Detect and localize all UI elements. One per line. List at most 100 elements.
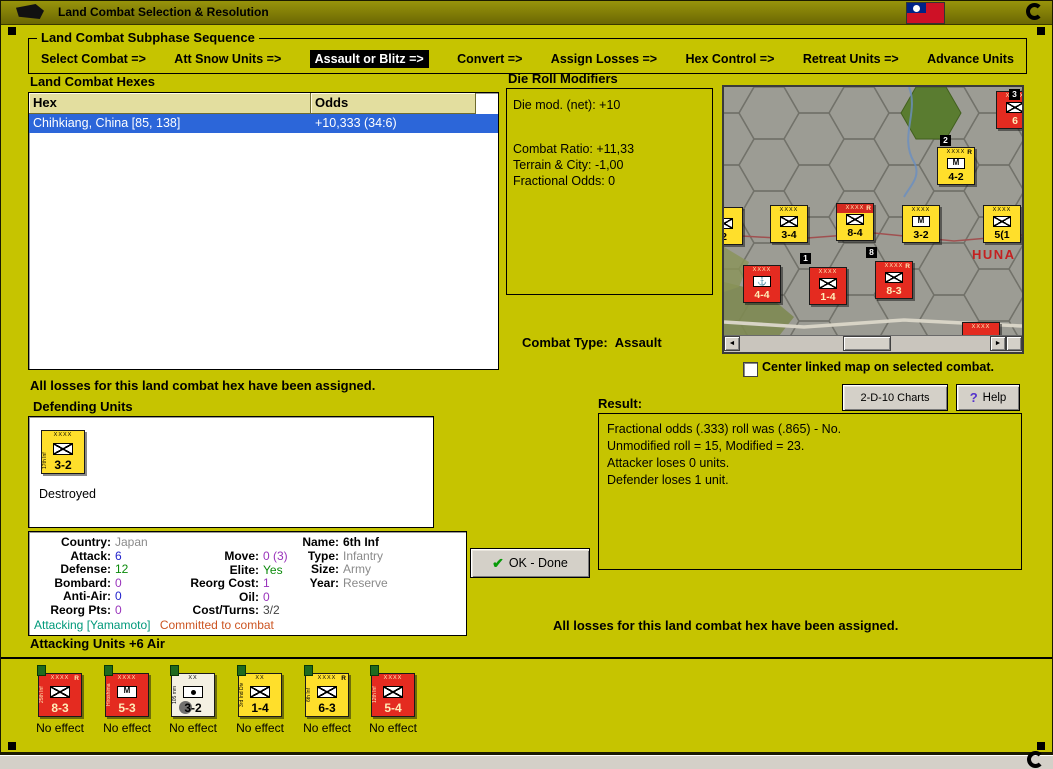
map-unit-counter[interactable]: XXXX 5(1 — [983, 205, 1021, 243]
info-value: 0 — [115, 575, 122, 590]
infantry-symbol-icon — [819, 278, 837, 289]
help-button[interactable]: Help — [956, 384, 1020, 411]
check-icon — [492, 555, 504, 572]
unit-info-col1: Country: Japan Attack: 6 Defense: 12 Bombar… — [33, 535, 183, 617]
attacking-unit[interactable]: XX 3rd Ind Div 1-4 No effect — [228, 664, 292, 735]
infantry-symbol-icon — [50, 686, 70, 698]
column-header-hex[interactable]: Hex — [29, 93, 311, 114]
infantry-symbol-icon — [250, 686, 270, 698]
fractional-odds: Fractional Odds: 0 — [513, 174, 616, 188]
info-label: Attack: — [70, 548, 111, 563]
attacking-commander: Attacking [Yamamoto] — [34, 618, 151, 632]
unit-counter[interactable]: XXXX Hiroshima 5-3 — [105, 673, 149, 717]
unit-strength: 3-2 — [184, 701, 202, 715]
column-header-odds[interactable]: Odds — [311, 93, 476, 114]
committed-marker-icon — [170, 665, 179, 676]
infantry-symbol-icon — [383, 686, 403, 698]
unit-counter[interactable]: XXXX 12th Inf 5-4 — [371, 673, 415, 717]
info-label: Type: — [307, 548, 339, 563]
info-value: 0 — [115, 589, 122, 603]
marine-symbol-icon — [753, 276, 771, 287]
unit-strength: 8-3 — [51, 701, 69, 715]
infantry-symbol-icon — [993, 216, 1011, 227]
unit-size-label: XXXX — [752, 267, 772, 273]
unit-counter[interactable]: XXXX R 6th Inf 6-3 — [305, 673, 349, 717]
map-unit-counter[interactable]: XXXX 1-4 — [809, 267, 847, 305]
unit-counter[interactable]: XX 105 mm 3-2 — [171, 673, 215, 717]
scroll-track[interactable] — [740, 336, 990, 352]
info-label: Move: — [224, 549, 259, 563]
map-unit-counter[interactable]: XXXX 3-2 — [902, 205, 940, 243]
map-unit-counter[interactable]: XXXX — [962, 322, 1000, 336]
map-unit-counter[interactable]: XXXX 3-4 — [770, 205, 808, 243]
defending-unit-counter[interactable]: XXXX 17th Inf 3-2 — [41, 430, 85, 474]
infantry-symbol-icon — [885, 272, 903, 283]
step-advance-units: Advance Units — [927, 52, 1014, 66]
map-viewport[interactable]: HUNA XXXX R 4-2 XXXX 6 XXXX 3-4 XXXX R 8… — [724, 87, 1022, 336]
die-mod-net: Die mod. (net): +10 — [513, 98, 621, 112]
unit-badge: R — [74, 675, 79, 682]
resize-handle[interactable] — [1037, 27, 1045, 35]
center-map-checkbox-label[interactable]: Center linked map on selected combat. — [762, 360, 994, 374]
unit-effect-label: No effect — [236, 721, 284, 735]
unit-badge: R — [905, 263, 910, 270]
map-unit-counter[interactable]: 2 — [724, 207, 743, 245]
scroll-thumb[interactable] — [843, 336, 891, 351]
combat-hex-list[interactable]: Hex Odds Chihkiang, China [85, 138] +10,… — [28, 92, 499, 370]
map-unit-counter[interactable]: XXXX 4-4 — [743, 265, 781, 303]
infantry-symbol-icon — [846, 214, 864, 225]
center-map-checkbox[interactable] — [743, 362, 758, 377]
scroll-left-icon[interactable] — [724, 336, 740, 351]
roc-flag-icon — [906, 2, 945, 24]
militia-symbol-icon — [912, 216, 930, 227]
infantry-symbol-icon — [1006, 102, 1022, 113]
die-roll-modifiers-title: Die Roll Modifiers — [508, 71, 618, 86]
resize-handle[interactable] — [8, 27, 16, 35]
combat-hex-row[interactable]: Chihkiang, China [85, 138] +10,333 (34:6… — [29, 114, 498, 133]
committed-marker-icon — [37, 665, 46, 676]
unit-size-label: XXXX — [779, 207, 799, 213]
map-horizontal-scrollbar[interactable] — [724, 335, 1022, 352]
unit-counter[interactable]: XXXX R 25th Inf 8-3 — [38, 673, 82, 717]
unit-counter[interactable]: XX 3rd Ind Div 1-4 — [238, 673, 282, 717]
resize-handle[interactable] — [8, 742, 16, 750]
defending-units-panel: XXXX 17th Inf 3-2 Destroyed — [28, 416, 434, 528]
unit-effect-label: No effect — [36, 721, 84, 735]
info-label: Defense: — [60, 562, 111, 576]
info-value: Infantry — [343, 548, 384, 563]
map-panel[interactable]: HUNA XXXX R 4-2 XXXX 6 XXXX 3-4 XXXX R 8… — [722, 85, 1024, 354]
step-assign-losses: Assign Losses => — [550, 52, 658, 66]
attacking-unit[interactable]: XX 105 mm 3-2 No effect — [161, 664, 225, 735]
map-unit-counter[interactable]: XXXX R 4-2 — [937, 147, 975, 185]
odds-cell: +10,333 (34:6) — [315, 116, 397, 130]
unit-size-label: XXXX — [971, 324, 991, 330]
ok-done-button[interactable]: OK - Done — [470, 548, 590, 578]
unit-size-label: XXXX — [911, 207, 931, 213]
info-label: Oil: — [239, 589, 259, 604]
resize-handle[interactable] — [1037, 742, 1045, 750]
attacking-unit[interactable]: XXXX 12th Inf 5-4 No effect — [361, 664, 425, 735]
window-control-icon[interactable] — [1026, 3, 1043, 20]
attacking-unit[interactable]: XXXX Hiroshima 5-3 No effect — [95, 664, 159, 735]
map-unit-counter[interactable]: XXXX R 8-3 — [875, 261, 913, 299]
hex-list-header: Hex Odds — [29, 93, 498, 114]
scroll-right-icon[interactable] — [990, 336, 1006, 351]
result-panel: Fractional odds (.333) roll was (.865) -… — [598, 413, 1022, 570]
attacking-unit[interactable]: XXXX R 25th Inf 8-3 No effect — [28, 664, 92, 735]
flag-sun — [913, 5, 920, 12]
info-value: Army — [343, 562, 371, 576]
losses-assigned-message-left: All losses for this land combat hex have… — [30, 378, 376, 393]
app-icon — [16, 4, 44, 19]
combat-type-value: Assault — [614, 335, 662, 350]
window-title: Land Combat Selection & Resolution — [58, 5, 269, 19]
militia-symbol-icon — [947, 158, 965, 169]
titlebar[interactable]: Land Combat Selection & Resolution — [0, 0, 1053, 25]
window-control-icon[interactable] — [1027, 751, 1044, 768]
unit-info-panel: Country: Japan Attack: 6 Defense: 12 Bombar… — [28, 531, 467, 636]
charts-button[interactable]: 2-D-10 Charts — [842, 384, 948, 411]
unit-strength: 6-3 — [318, 701, 336, 715]
attacking-unit[interactable]: XXXX R 6th Inf 6-3 No effect — [295, 664, 359, 735]
map-unit-counter[interactable]: XXXX R 8-4 — [836, 203, 874, 241]
info-label: Anti-Air: — [63, 589, 111, 603]
info-value: Japan — [115, 535, 148, 549]
